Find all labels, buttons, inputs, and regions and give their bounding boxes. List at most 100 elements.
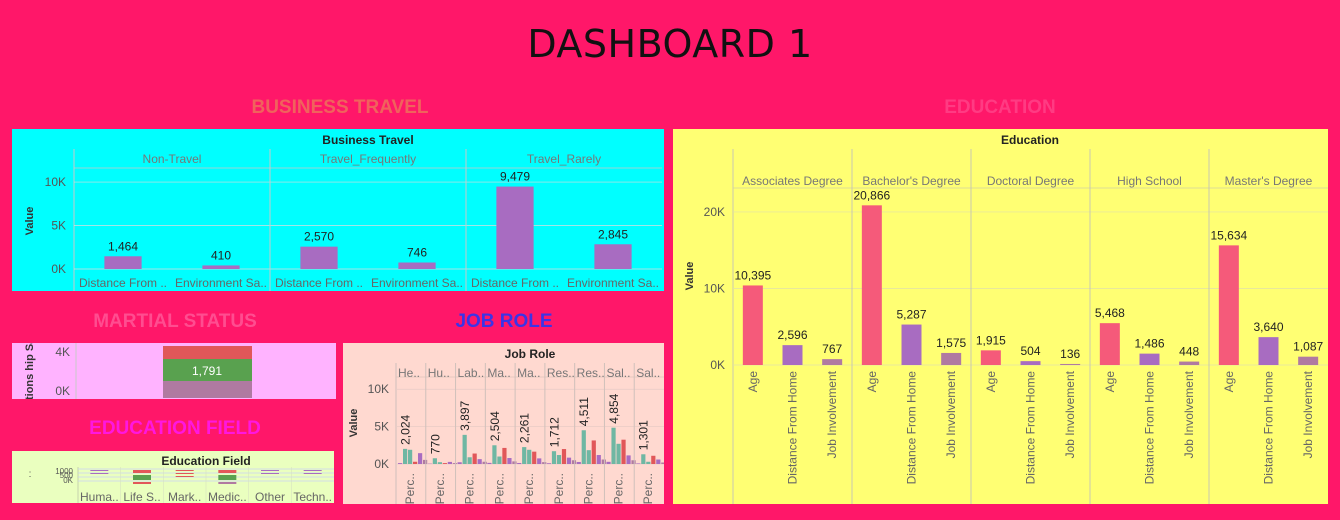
ef-category-label: Life S.. (123, 490, 160, 503)
edu-bar (1020, 361, 1041, 365)
edu-y-tick: 10K (704, 281, 725, 295)
edu-facet-label: High School (1117, 174, 1182, 188)
job-role-chart-title: Job Role (505, 347, 556, 361)
bt-data-label: 410 (211, 248, 231, 262)
jr-y-tick: 10K (368, 382, 389, 396)
edu-y-tick: 0K (710, 358, 725, 372)
martial-status-y-tick: 0K (55, 384, 70, 398)
edu-data-label: 5,287 (896, 308, 926, 322)
jr-bar (408, 449, 413, 464)
jr-facet-label: Hu.. (428, 366, 450, 380)
jr-bar (432, 458, 437, 464)
section-title-education-field: EDUCATION FIELD (89, 418, 261, 439)
ef-category-label: Techn.. (293, 490, 332, 503)
ef-bar-segment (303, 470, 322, 471)
jr-bar (452, 463, 457, 464)
business-travel-panel: Business Travel Value 10K 5K 0K Non-Travel 1… (12, 129, 664, 291)
edu-category-label: Distance From Home (1262, 371, 1276, 485)
edu-bar (1298, 356, 1319, 365)
jr-bar (482, 461, 487, 464)
bt-bar (104, 256, 142, 269)
bt-data-label: 746 (407, 246, 427, 260)
martial-status-chart: Relations hip Satis.. 4K 0K 1,791 (24, 343, 252, 399)
jr-bar (636, 463, 641, 464)
edu-facet-label: Doctoral Degree (987, 174, 1075, 188)
jr-data-label: 2,261 (518, 413, 532, 443)
bt-y-tick: 10K (45, 175, 66, 189)
jr-facet-label: Ma.. (517, 366, 540, 380)
edu-category-label: Distance From Home (1024, 371, 1038, 485)
ef-bar-segment (133, 482, 151, 484)
jr-bar (462, 434, 467, 464)
martial-status-bar-segment-bottom (163, 381, 252, 398)
martial-status-data-label: 1,791 (192, 364, 222, 378)
jr-bar (601, 459, 606, 464)
edu-category-label: Age (984, 371, 998, 393)
ef-bar-segment (133, 470, 151, 473)
edu-facet-label: Bachelor's Degree (862, 174, 961, 188)
jr-data-label: 2,504 (488, 411, 502, 441)
jr-bar (512, 461, 517, 464)
bt-category-label: Environment Sa.. (567, 276, 659, 290)
edu-category-label: Job Involvement (1182, 370, 1196, 458)
bt-facet-label: Travel_Frequently (320, 152, 416, 166)
edu-bar (861, 205, 882, 365)
edu-bar (742, 285, 763, 365)
ef-bar-segment (133, 475, 151, 480)
martial-status-y-axis-title: Relations hip Satis.. (24, 343, 36, 399)
jr-bar (616, 443, 621, 464)
jr-bar (403, 448, 408, 464)
jr-data-label: 770 (428, 434, 442, 454)
education-chart-title: Education (1001, 133, 1059, 147)
edu-bar (980, 350, 1001, 365)
ef-bar-segment (218, 470, 237, 473)
jr-bar (487, 462, 492, 464)
jr-facet-label: Sal.. (636, 366, 660, 380)
edu-bar (1060, 363, 1081, 365)
education-y-axis-title: Value (684, 262, 696, 291)
jr-bar (641, 454, 646, 464)
jr-bar (507, 458, 512, 464)
bt-y-tick: 5K (51, 219, 66, 233)
jr-bar (418, 453, 423, 464)
edu-data-label: 1,486 (1134, 337, 1164, 351)
edu-category-label: Distance From Home (1143, 371, 1157, 485)
jr-bar (497, 456, 502, 464)
bt-facet-label: Travel_Rarely (527, 152, 601, 166)
jr-category-label: Perc.. (582, 473, 596, 504)
martial-status-panel: Relations hip Satis.. 4K 0K 1,791 (12, 343, 336, 399)
edu-data-label: 1,575 (936, 336, 966, 350)
martial-status-bar-segment-top (163, 346, 252, 359)
edu-y-tick: 20K (704, 205, 725, 219)
ef-category-label: Other (255, 490, 285, 503)
education-field-chart: Education Field 10005000K:Huma.. Life S..… (29, 454, 334, 503)
jr-facet-label: Ma.. (487, 366, 510, 380)
jr-bar (606, 461, 611, 464)
edu-category-label: Job Involvement (825, 370, 839, 458)
edu-data-label: 767 (822, 342, 842, 356)
jr-y-tick: 5K (374, 420, 389, 434)
jr-bar (656, 459, 661, 464)
section-title-martial-status: MARTIAL STATUS (93, 311, 257, 332)
ef-bar-segment (303, 473, 322, 474)
edu-category-label: Distance From Home (905, 371, 919, 485)
ef-bar-segment (218, 482, 237, 484)
edu-bar (1179, 361, 1200, 365)
section-title-education: EDUCATION (944, 97, 1056, 118)
jr-bar (661, 462, 664, 464)
edu-bar (1139, 353, 1160, 365)
jr-category-label: Perc.. (641, 473, 655, 504)
education-chart: Education Value 20K 10K 0K Associates Degre… (684, 133, 1328, 504)
bt-bar (300, 246, 338, 269)
jr-bar (477, 459, 482, 464)
jr-data-label: 2,024 (399, 415, 413, 445)
jr-bar (591, 440, 596, 464)
edu-data-label: 2,596 (777, 328, 807, 342)
jr-bar (537, 458, 542, 464)
dashboard-title: DASHBOARD 1 (527, 22, 813, 66)
ef-y-tick: 0K (63, 476, 73, 485)
ef-bar-segment (175, 473, 194, 474)
edu-category-label: Job Involvement (944, 370, 958, 458)
ef-bar-segment (175, 476, 194, 477)
jr-bar (631, 460, 636, 464)
